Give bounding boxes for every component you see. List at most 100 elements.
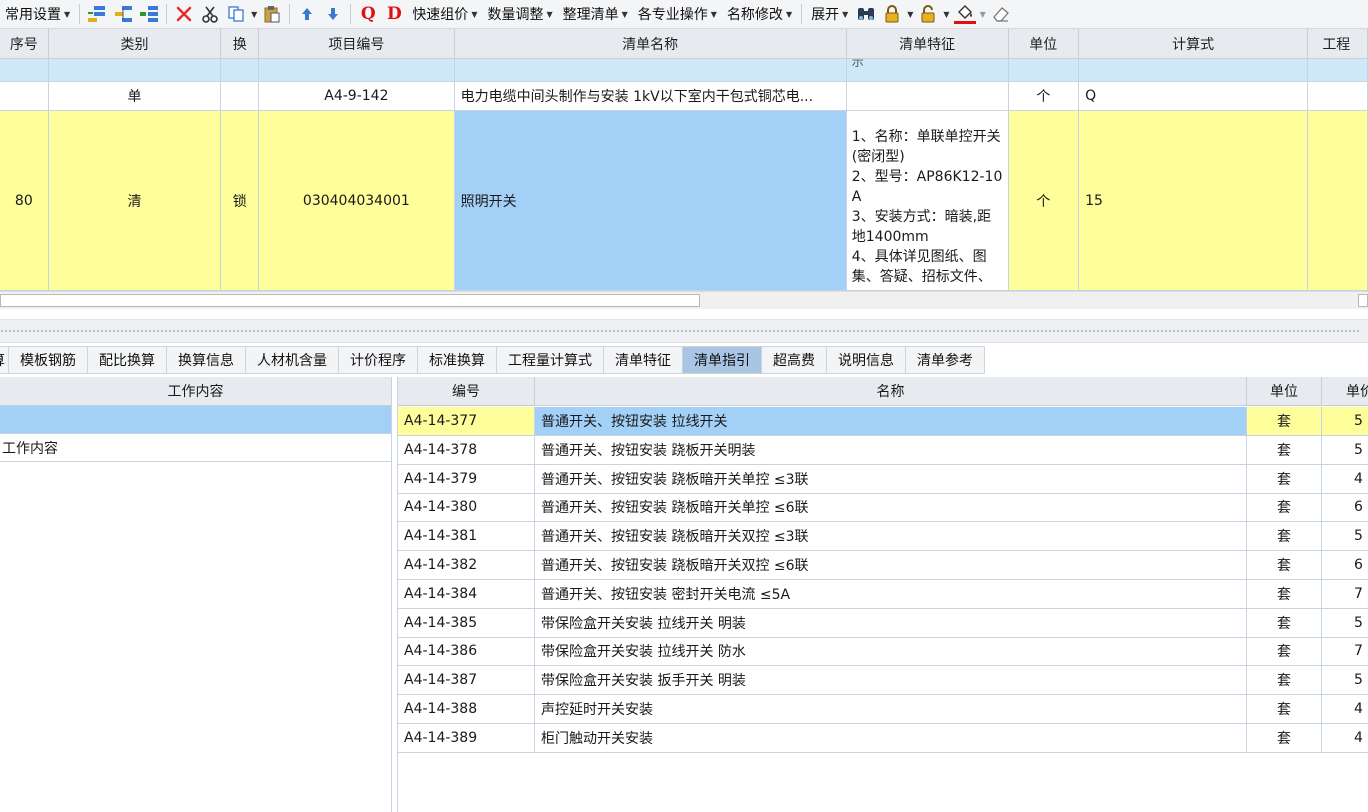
tab-ratio-convert[interactable]: 配比换算 — [88, 346, 167, 374]
table-row[interactable]: A4-14-378 普通开关、按钮安装 跷板开关明装套 5 — [398, 435, 1368, 465]
code-cell[interactable]: A4-14-378 — [398, 435, 535, 465]
price-cell[interactable]: 6 — [1322, 551, 1368, 580]
unit-cell[interactable]: 个 — [1008, 111, 1080, 291]
price-cell[interactable]: 4 — [1322, 695, 1368, 724]
d-define-icon[interactable]: D — [382, 2, 406, 26]
unit-cell[interactable]: 套 — [1247, 666, 1322, 696]
price-cell[interactable]: 7 — [1322, 637, 1368, 667]
copy-icon[interactable] — [224, 2, 248, 26]
swap-cell[interactable] — [221, 82, 260, 111]
col-header-type[interactable]: 类别 — [48, 29, 222, 59]
seq-cell[interactable]: 80 — [0, 111, 49, 291]
col-header-formula[interactable]: 计算式 — [1079, 29, 1309, 59]
table-row[interactable]: 80 清 锁 030404034001 照明开关 1、名称：单联单控开关(密闭型… — [0, 111, 1368, 291]
col-header-feature[interactable]: 清单特征 — [846, 29, 1009, 59]
name-cell[interactable]: 普通开关、按钮安装 跷板开关明装 — [535, 435, 1247, 465]
table-row[interactable]: A4-14-380 普通开关、按钮安装 跷板暗开关单控 ≤6联套 6 — [398, 493, 1368, 523]
feature-cell[interactable] — [846, 82, 1009, 111]
table-row[interactable]: A4-14-384 普通开关、按钮安装 密封开关电流 ≤5A 套 7 — [398, 579, 1368, 609]
col-header-unit[interactable]: 单位 — [1247, 377, 1322, 406]
unit-cell[interactable]: 套 — [1247, 407, 1322, 436]
unlock-icon[interactable] — [916, 2, 940, 26]
code-cell[interactable]: A4-14-380 — [398, 493, 535, 523]
name-cell[interactable]: 带保险盒开关安装 扳手开关 明装 — [535, 666, 1247, 696]
tab-partial[interactable]: 算 — [0, 346, 9, 374]
code-cell[interactable]: A4-14-389 — [398, 723, 535, 753]
feature-cell[interactable]: 示 — [846, 59, 1009, 82]
chevron-down-icon[interactable]: ▼ — [251, 10, 257, 19]
code-cell[interactable]: A4-14-381 — [398, 522, 535, 552]
table-row[interactable]: A4-14-382 普通开关、按钮安装 跷板暗开关双控 ≤6联套 6 — [398, 551, 1368, 580]
name-cell[interactable]: 带保险盒开关安装 拉线开关 防水 — [535, 637, 1247, 667]
insert-sub-icon[interactable] — [137, 2, 161, 26]
tab-labor-material[interactable]: 人材机含量 — [246, 346, 339, 374]
code-cell[interactable]: 030404034001 — [259, 111, 455, 291]
unit-cell[interactable]: 套 — [1247, 608, 1322, 638]
col-header-name[interactable]: 名称 — [535, 377, 1247, 406]
formula-cell[interactable]: Q — [1079, 82, 1309, 111]
col-header-seq[interactable]: 序号 — [0, 29, 49, 59]
col-header-swap[interactable]: 换 — [221, 29, 260, 59]
qty-cell[interactable] — [1308, 111, 1368, 291]
col-header-code[interactable]: 编号 — [398, 377, 535, 406]
name-cell[interactable]: 带保险盒开关安装 拉线开关 明装 — [535, 608, 1247, 638]
unit-cell[interactable]: 套 — [1247, 551, 1322, 580]
chevron-down-icon[interactable]: ▼ — [980, 10, 986, 19]
chevron-down-icon[interactable]: ▼ — [907, 10, 913, 19]
q-query-icon[interactable]: Q — [356, 2, 380, 26]
panel-splitter[interactable] — [0, 319, 1368, 343]
tab-pricing-procedure[interactable]: 计价程序 — [339, 346, 418, 374]
tab-bill-guide[interactable]: 清单指引 — [683, 346, 762, 374]
rename-menu[interactable]: 名称修改 ▼ — [722, 2, 797, 26]
name-cell[interactable]: 普通开关、按钮安装 跷板暗开关双控 ≤6联 — [535, 551, 1247, 580]
table-row[interactable]: A4-14-389 柜门触动开关安装套 4 — [398, 723, 1368, 753]
unit-cell[interactable]: 套 — [1247, 522, 1322, 552]
specialty-ops-menu[interactable]: 各专业操作 ▼ — [633, 2, 722, 26]
name-cell[interactable]: 普通开关、按钮安装 跷板暗开关双控 ≤3联 — [535, 522, 1247, 552]
binoculars-icon[interactable] — [854, 2, 878, 26]
move-down-icon[interactable] — [321, 2, 345, 26]
table-row[interactable]: A4-14-385 带保险盒开关安装 拉线开关 明装套 5 — [398, 608, 1368, 638]
tab-quantity-formula[interactable]: 工程量计算式 — [497, 346, 604, 374]
horizontal-scrollbar[interactable] — [0, 291, 1368, 309]
unit-cell[interactable]: 套 — [1247, 637, 1322, 667]
col-header-unit[interactable]: 单位 — [1008, 29, 1080, 59]
tab-convert-info[interactable]: 换算信息 — [167, 346, 246, 374]
feature-cell[interactable]: 1、名称：单联单控开关(密闭型) 2、型号：AP86K12-10A 3、安装方式… — [846, 111, 1009, 291]
name-cell[interactable]: 照明开关 — [454, 111, 847, 291]
insert-child-icon[interactable] — [111, 2, 135, 26]
scroll-right-button[interactable] — [1358, 294, 1368, 307]
type-cell[interactable]: 清 — [48, 111, 222, 291]
lock-status-cell[interactable]: 锁 — [221, 111, 260, 291]
price-cell[interactable]: 5 — [1322, 436, 1368, 465]
table-row[interactable]: A4-14-387 带保险盒开关安装 扳手开关 明装套 5 — [398, 666, 1368, 696]
price-cell[interactable]: 5 — [1322, 522, 1368, 552]
name-cell[interactable]: 普通开关、按钮安装 跷板暗开关单控 ≤3联 — [535, 464, 1247, 494]
table-row[interactable]: A4-14-379 普通开关、按钮安装 跷板暗开关单控 ≤3联套 4 — [398, 464, 1368, 494]
unit-cell[interactable]: 套 — [1247, 464, 1322, 494]
price-cell[interactable]: 4 — [1322, 465, 1368, 494]
name-cell[interactable]: 柜门触动开关安装 — [535, 723, 1247, 753]
common-settings-menu[interactable]: 常用设置 ▼ — [0, 2, 75, 26]
organize-list-menu[interactable]: 整理清单 ▼ — [558, 2, 633, 26]
code-cell[interactable]: A4-9-142 — [259, 82, 455, 111]
tab-super-height-fee[interactable]: 超高费 — [762, 346, 827, 374]
insert-list-icon[interactable] — [85, 2, 109, 26]
quick-price-menu[interactable]: 快速组价 ▼ — [407, 2, 482, 26]
code-cell[interactable]: A4-14-387 — [398, 666, 535, 696]
unit-cell[interactable]: 套 — [1247, 435, 1322, 465]
price-cell[interactable]: 5 — [1322, 609, 1368, 638]
lock-icon[interactable] — [880, 2, 904, 26]
name-cell[interactable]: 普通开关、按钮安装 拉线开关 — [535, 407, 1247, 436]
eraser-icon[interactable] — [989, 2, 1013, 26]
col-header-code[interactable]: 项目编号 — [259, 29, 455, 59]
price-cell[interactable]: 4 — [1322, 724, 1368, 753]
table-row[interactable]: A4-14-388 声控延时开关安装套 4 — [398, 695, 1368, 724]
delete-icon[interactable] — [172, 2, 196, 26]
chevron-down-icon[interactable]: ▼ — [943, 10, 949, 19]
table-row[interactable]: A4-14-381 普通开关、按钮安装 跷板暗开关双控 ≤3联套 5 — [398, 522, 1368, 552]
seq-cell[interactable] — [0, 82, 49, 111]
name-cell[interactable]: 声控延时开关安装 — [535, 695, 1247, 724]
col-header-name[interactable]: 清单名称 — [454, 29, 847, 59]
scrollbar-thumb[interactable] — [0, 294, 700, 307]
